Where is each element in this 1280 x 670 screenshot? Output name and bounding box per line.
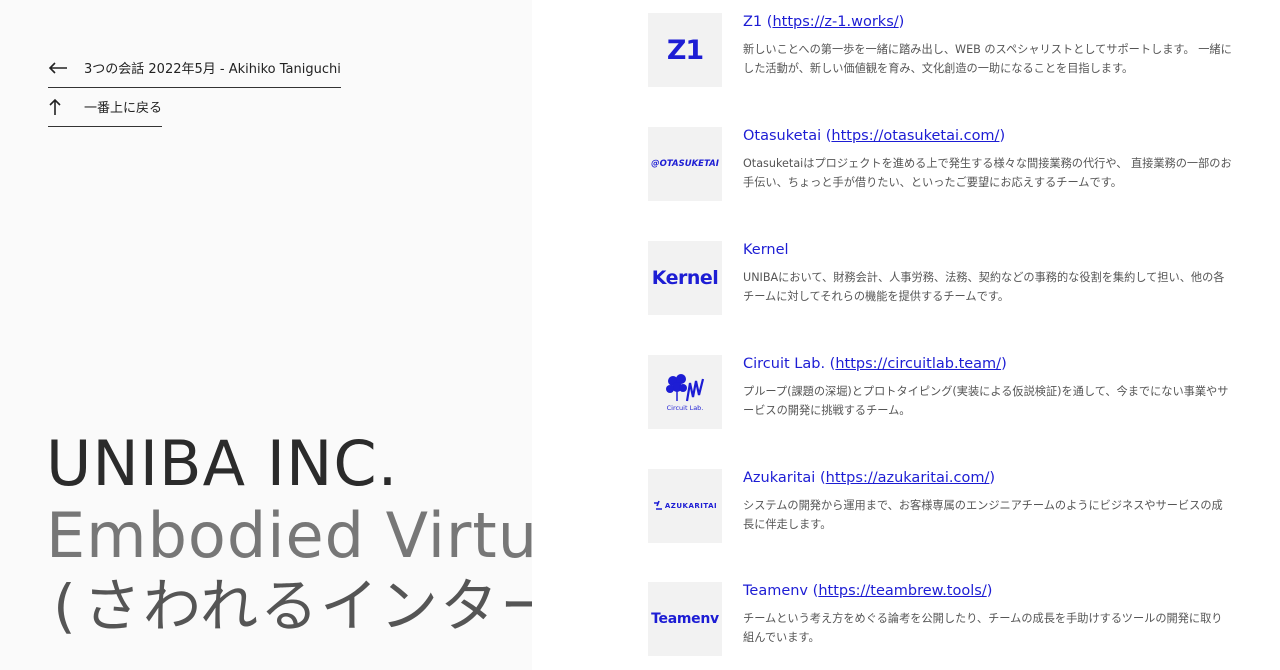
back-link[interactable]: 3つの会話 2022年5月 - Akihiko Taniguchi — [48, 58, 341, 88]
back-link-label: 3つの会話 2022年5月 - Akihiko Taniguchi — [84, 62, 341, 77]
teamenv-logo: Teamenv — [648, 582, 722, 656]
azukaritai-mark-icon — [653, 500, 662, 510]
team-title: Otasuketai (https://otasuketai.com/) — [743, 128, 1006, 144]
team-url-link[interactable]: https://z-1.works/ — [772, 14, 898, 30]
team-name: Otasuketai — [743, 128, 822, 144]
team-item-otasuketai: @OTASUKETAI Otasuketai (https://otasuket… — [648, 127, 1238, 201]
circuit-lab-logo: Circuit Lab. — [648, 355, 722, 429]
kernel-logo: Kernel — [648, 241, 722, 315]
team-name: Azukaritai — [743, 470, 816, 486]
team-title: Z1 (https://z-1.works/) — [743, 14, 905, 30]
azukaritai-logo: AZUKARITAI — [648, 469, 722, 543]
team-description: システムの開発から運用まで、お客様専属のエンジニアチームのようにビジネスやサービ… — [743, 499, 1223, 531]
hero-japanese-subtitle: (さわれるインター: — [46, 572, 532, 640]
team-item-z1: Z1 Z1 (https://z-1.works/) 新しいことへの第一歩を一緒… — [648, 13, 1238, 87]
team-description: 新しいことへの第一歩を一緒に踏み出し、WEB のスペシャリストとしてサポートしま… — [743, 43, 1232, 75]
team-description: プループ(課題の深堀)とプロトタイピング(実装による仮説検証)を通して、今までに… — [743, 385, 1229, 417]
arrow-left-icon — [48, 61, 72, 74]
arrow-up-icon — [48, 98, 72, 116]
team-description: チームという考え方をめぐる論考を公開したり、チームの成長を手助けするツールの開発… — [743, 612, 1223, 644]
team-url-link[interactable]: https://azukaritai.com/ — [826, 470, 990, 486]
hero-subtitle: Embodied Virtu — [46, 499, 532, 572]
back-to-top-link[interactable]: 一番上に戻る — [48, 97, 163, 127]
team-title: Circuit Lab. (https://circuitlab.team/) — [743, 356, 1007, 372]
z1-logo: Z1 — [648, 13, 722, 87]
back-to-top-label: 一番上に戻る — [84, 101, 163, 116]
team-item-teamenv: Teamenv Teamenv (https://teambrew.tools/… — [648, 582, 1238, 656]
left-panel: 3つの会話 2022年5月 - Akihiko Taniguchi 一番上に戻る… — [0, 0, 532, 670]
hero-title: UNIBA INC. Embodied Virtu (さわれるインター: — [46, 427, 532, 641]
team-title: Kernel — [743, 239, 1233, 261]
team-title: Teamenv (https://teambrew.tools/) — [743, 583, 993, 599]
team-item-azukaritai: AZUKARITAI Azukaritai (https://azukarita… — [648, 469, 1238, 543]
otasuketai-logo: @OTASUKETAI — [648, 127, 722, 201]
team-description: UNIBAにおいて、財務会計、人事労務、法務、契約などの事務的な役割を集約して担… — [743, 271, 1225, 303]
team-name: Circuit Lab. — [743, 356, 826, 372]
team-name: Kernel — [743, 242, 789, 258]
team-item-circuit-lab: Circuit Lab. Circuit Lab. (https://circu… — [648, 355, 1238, 429]
team-url-link[interactable]: https://otasuketai.com/ — [831, 128, 999, 144]
hero-company-name: UNIBA INC. — [46, 427, 399, 500]
team-url-link[interactable]: https://teambrew.tools/ — [818, 583, 986, 599]
team-description: Otasuketaiはプロジェクトを進める上で発生する様々な間接業務の代行や、 … — [743, 157, 1232, 189]
team-title: Azukaritai (https://azukaritai.com/) — [743, 470, 996, 486]
team-list: Z1 Z1 (https://z-1.works/) 新しいことへの第一歩を一緒… — [532, 0, 1280, 670]
team-url-link[interactable]: https://circuitlab.team/ — [835, 356, 1001, 372]
circuit-lab-flower-icon — [666, 373, 705, 401]
team-name: Z1 — [743, 14, 763, 30]
team-item-kernel: Kernel Kernel UNIBAにおいて、財務会計、人事労務、法務、契約な… — [648, 241, 1238, 315]
team-name: Teamenv — [743, 583, 809, 599]
